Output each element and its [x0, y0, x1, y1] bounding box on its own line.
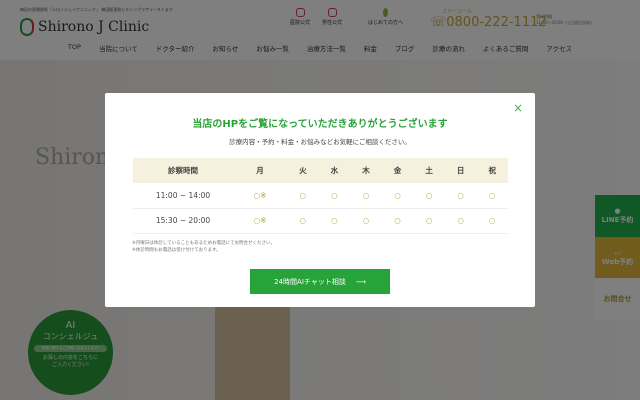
status-cell: ○ — [413, 208, 445, 234]
status-cell: ○ — [350, 208, 382, 234]
status-cell: ○ — [318, 208, 351, 234]
table-row: 11:00 ~ 14:00 ○※ ○ ○ ○ ○ ○ ○ ○ — [133, 183, 508, 209]
time-cell: 15:30 ~ 20:00 — [133, 208, 233, 234]
time-cell: 11:00 ~ 14:00 — [133, 183, 233, 209]
status-cell: ○ — [381, 183, 414, 209]
status-cell: ○ — [318, 183, 351, 209]
cta-label: 24時間AIチャット相談 — [274, 277, 346, 286]
header-cell: 日 — [444, 158, 477, 183]
status-cell: ○ — [287, 183, 319, 209]
header-cell: 祝 — [476, 158, 508, 183]
header-cell: 火 — [287, 158, 319, 183]
status-cell: ○ — [444, 208, 477, 234]
header-cell: 木 — [350, 158, 382, 183]
header-cell: 診察時間 — [133, 158, 233, 183]
status-cell: ○※ — [233, 183, 288, 209]
close-icon[interactable]: × — [513, 101, 523, 115]
table-row: 15:30 ~ 20:00 ○※ ○ ○ ○ ○ ○ ○ ○ — [133, 208, 508, 234]
header-cell: 土 — [413, 158, 445, 183]
header-cell: 月 — [233, 158, 288, 183]
ai-chat-button[interactable]: 24時間AIチャット相談 ⟶ — [250, 269, 390, 294]
status-cell: ○ — [413, 183, 445, 209]
status-cell: ○ — [476, 183, 508, 209]
note: ※月曜日は休診していることもあるためお電話にてお問合せください。 — [132, 241, 275, 246]
table-header-row: 診察時間 月 火 水 木 金 土 日 祝 — [133, 158, 508, 183]
welcome-modal: × 当店のHPをご覧になっていただきありがとうございます 診療内容・予約・料金・… — [105, 93, 535, 307]
hours-table: 診察時間 月 火 水 木 金 土 日 祝 11:00 ~ 14:00 ○※ ○ … — [133, 158, 508, 234]
notes: ※月曜日は休診していることもあるためお電話にてお問合せください。 ※休診時間もお… — [132, 240, 275, 254]
note: ※休診時間もお電話は受け付けております。 — [132, 248, 221, 253]
header-cell: 水 — [318, 158, 351, 183]
status-cell: ○ — [476, 208, 508, 234]
arrow-right-icon: ⟶ — [355, 277, 366, 286]
status-cell: ○ — [444, 183, 477, 209]
modal-subtitle: 診療内容・予約・料金・お悩みなどお気軽にご相談ください。 — [229, 138, 411, 146]
status-cell: ○ — [287, 208, 319, 234]
status-cell: ○※ — [233, 208, 288, 234]
status-cell: ○ — [350, 183, 382, 209]
header-cell: 金 — [381, 158, 414, 183]
status-cell: ○ — [381, 208, 414, 234]
modal-title: 当店のHPをご覧になっていただきありがとうございます — [192, 119, 448, 130]
